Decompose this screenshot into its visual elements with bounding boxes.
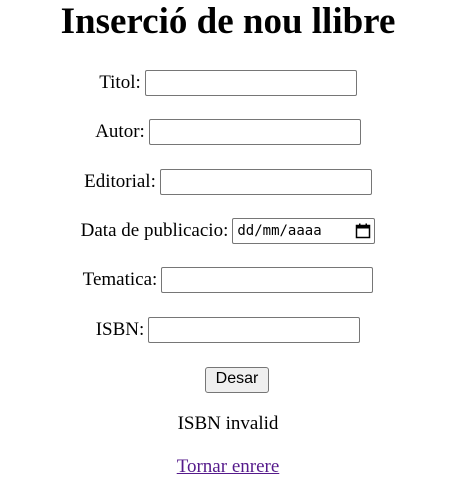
field-autor: Autor:	[0, 119, 456, 145]
autor-input[interactable]	[148, 119, 361, 145]
tematica-label: Tematica:	[82, 269, 158, 290]
titol-label: Titol:	[99, 72, 141, 93]
calendar-icon[interactable]	[355, 223, 371, 239]
page-title: Inserció de nou llibre	[60, 1, 396, 42]
desar-button[interactable]: Desar	[205, 367, 269, 393]
back-link-container: Tornar enrere	[0, 456, 456, 478]
data-publicacio-label: Data de publicacio:	[80, 220, 229, 241]
field-data-publicacio: Data de publicacio: dd/mm/aaaa	[0, 218, 456, 244]
field-isbn: ISBN:	[0, 317, 456, 343]
field-titol: Titol:	[0, 70, 456, 96]
field-editorial: Editorial:	[0, 169, 456, 195]
back-link[interactable]: Tornar enrere	[177, 456, 280, 477]
date-placeholder: dd/mm/aaaa	[237, 223, 322, 239]
editorial-label: Editorial:	[84, 171, 156, 192]
editorial-input[interactable]	[159, 169, 372, 195]
tematica-input[interactable]	[161, 267, 374, 293]
autor-label: Autor:	[95, 121, 145, 142]
data-publicacio-input[interactable]: dd/mm/aaaa	[232, 218, 376, 244]
field-tematica: Tematica:	[0, 267, 456, 293]
titol-input[interactable]	[144, 70, 357, 96]
isbn-input[interactable]	[148, 317, 361, 343]
page: Inserció de nou llibre Titol: Autor: Edi…	[0, 0, 456, 477]
error-message: ISBN invalid	[177, 413, 279, 434]
isbn-label: ISBN:	[95, 319, 145, 340]
